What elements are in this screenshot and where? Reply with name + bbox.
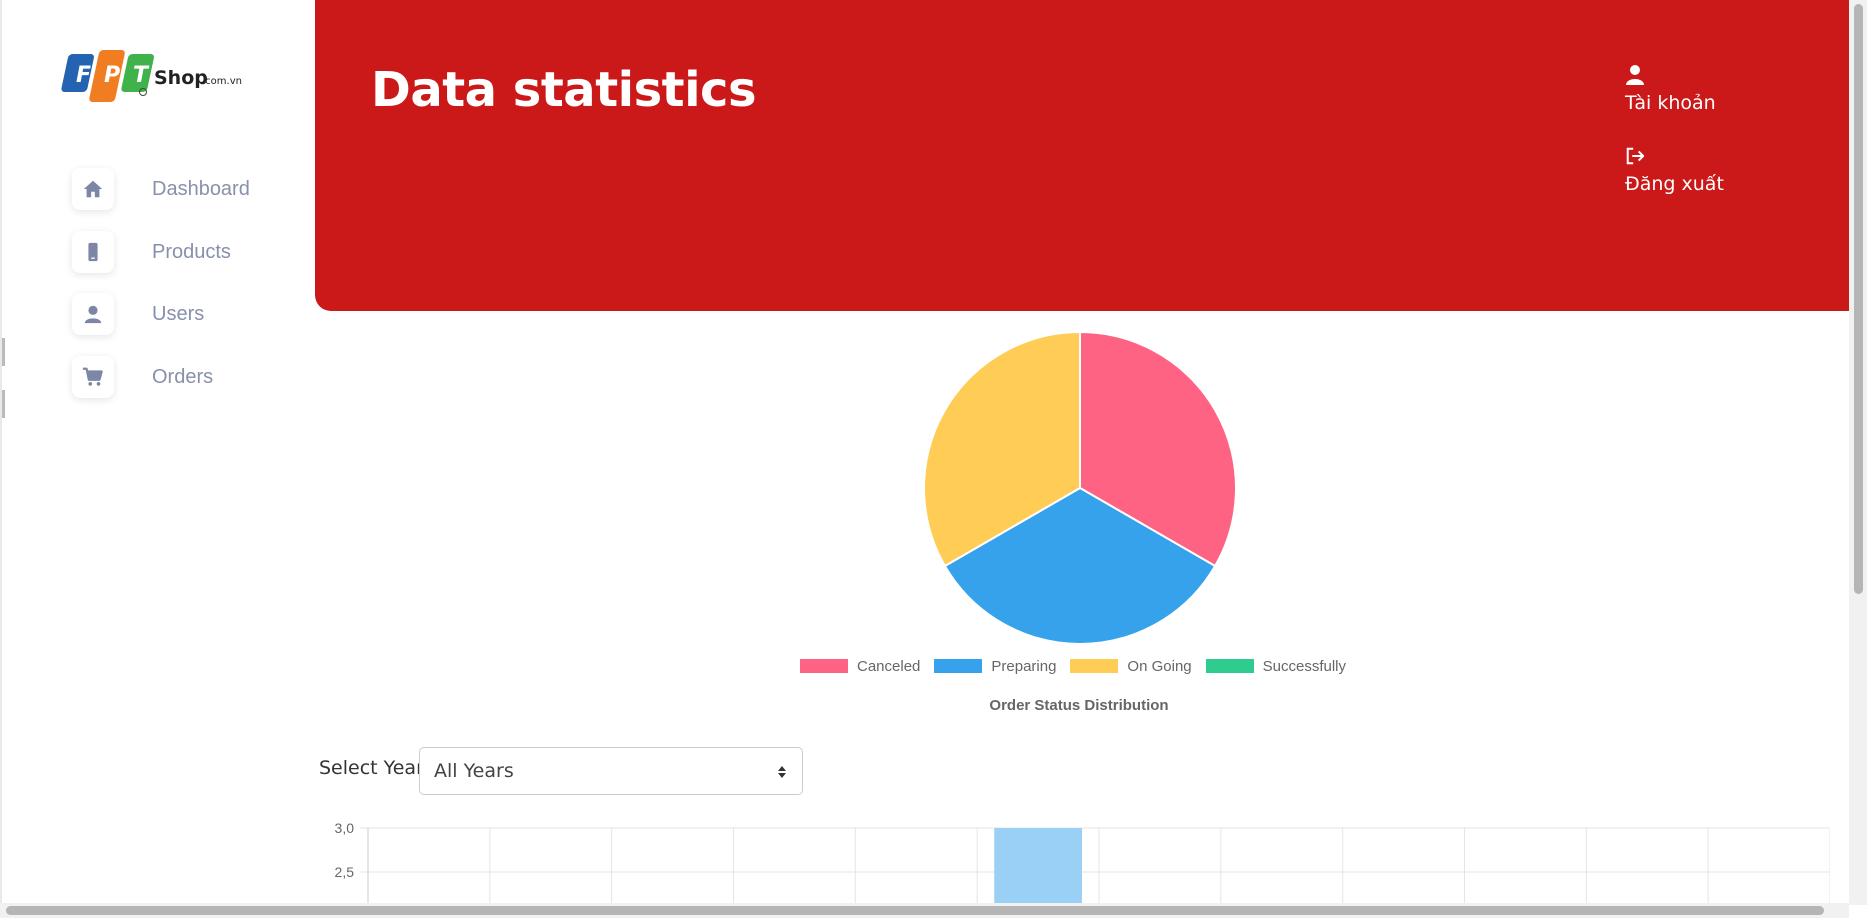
legend-label: Canceled xyxy=(857,657,921,675)
logout-link[interactable]: Đăng xuất xyxy=(1625,145,1724,195)
legend-label: Preparing xyxy=(991,657,1057,675)
year-select-value: All Years xyxy=(434,760,514,782)
bar-chart-bar[interactable] xyxy=(994,828,1082,905)
sign-out-icon xyxy=(1626,147,1645,165)
year-select[interactable]: All Years xyxy=(419,747,803,795)
shopping-cart-icon xyxy=(72,356,114,398)
sidebar-item-orders[interactable]: Orders xyxy=(72,354,292,400)
account-link[interactable]: Tài khoản xyxy=(1625,64,1716,114)
svg-text:T: T xyxy=(133,63,150,88)
svg-text:P: P xyxy=(104,63,120,88)
bar-ytick-label: 2,5 xyxy=(335,864,355,880)
sidebar-item-dashboard[interactable]: Dashboard xyxy=(72,166,292,212)
sidebar: F P T Shop .com.vn Dashboard Products Us… xyxy=(0,0,315,918)
user-icon xyxy=(1626,65,1644,85)
legend-swatch xyxy=(800,659,848,673)
svg-text:Shop: Shop xyxy=(154,67,208,89)
legend-label: Successfully xyxy=(1262,657,1346,675)
page-title: Data statistics xyxy=(371,62,757,118)
edge-marker xyxy=(2,338,5,366)
vertical-scrollbar[interactable] xyxy=(1849,0,1867,905)
legend-item-on-going[interactable]: On Going xyxy=(1070,657,1192,675)
horizontal-scrollbar[interactable] xyxy=(0,903,1849,918)
user-icon xyxy=(72,293,114,335)
sidebar-item-label: Products xyxy=(152,240,231,263)
page-header: Data statistics Tài khoản Đăng xuất xyxy=(315,0,1849,311)
legend-swatch xyxy=(1205,659,1254,673)
mobile-phone-icon xyxy=(72,231,114,273)
legend-label: On Going xyxy=(1127,657,1192,675)
svg-text:.com.vn: .com.vn xyxy=(202,76,242,87)
home-icon xyxy=(72,168,114,210)
select-arrows-icon xyxy=(778,766,786,778)
sidebar-item-label: Dashboard xyxy=(152,177,250,200)
legend-item-preparing[interactable]: Preparing xyxy=(934,658,1056,675)
sidebar-item-products[interactable]: Products xyxy=(72,229,292,275)
sidebar-item-users[interactable]: Users xyxy=(72,291,292,337)
year-select-label: Select Year: xyxy=(319,757,430,779)
svg-text:F: F xyxy=(76,63,91,88)
vertical-scrollbar-thumb[interactable] xyxy=(1854,4,1863,594)
sidebar-item-label: Orders xyxy=(152,365,214,388)
pie-legend: Canceled Preparing On Going Successfully xyxy=(800,654,1360,678)
edge-marker xyxy=(2,390,5,418)
bar-ytick-label: 3,0 xyxy=(335,820,355,836)
legend-swatch xyxy=(934,659,983,673)
legend-item-successfully[interactable]: Successfully xyxy=(1205,657,1346,675)
horizontal-scrollbar-thumb[interactable] xyxy=(6,906,1824,915)
legend-item-canceled[interactable]: Canceled xyxy=(800,658,920,675)
fpt-shop-logo[interactable]: F P T Shop .com.vn xyxy=(60,48,250,104)
legend-swatch xyxy=(1070,659,1119,673)
order-status-pie-chart xyxy=(910,325,1250,655)
account-label: Tài khoản xyxy=(1625,92,1716,114)
logout-label: Đăng xuất xyxy=(1625,173,1724,195)
orders-bar-chart: 3,0 2,5 xyxy=(320,815,1831,905)
pie-chart-title: Order Status Distribution xyxy=(989,697,1169,714)
sidebar-item-label: Users xyxy=(152,302,205,325)
